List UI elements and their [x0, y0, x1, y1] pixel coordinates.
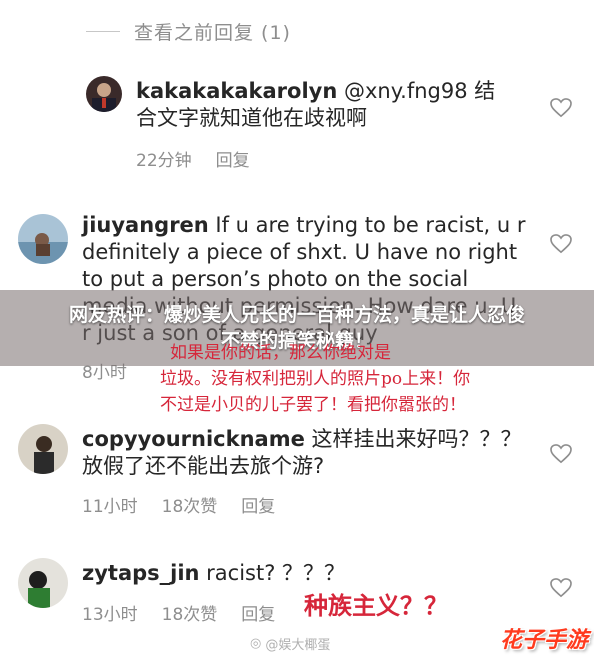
- heart-icon[interactable]: [550, 444, 572, 464]
- weibo-watermark: ◎ @娱大椰蛋: [250, 634, 330, 653]
- comment-time: 13小时: [82, 605, 138, 625]
- avatar[interactable]: [18, 214, 68, 264]
- like-count[interactable]: 18次赞: [162, 600, 218, 625]
- banner-line-1: 网友热评：爆炒美人兄长的一百种方法，真是让人忍俊: [68, 304, 525, 326]
- comment-meta: 22分钟 回复: [136, 146, 250, 171]
- comment-time: 22分钟: [136, 151, 192, 171]
- handwritten-annotation: 如果是你的话，那么你绝对是 垃圾。没有权利把别人的照片po上来！你 不过是小贝的…: [160, 340, 540, 418]
- comment-meta: 13小时 18次赞 回复: [82, 600, 275, 625]
- annotation-line-2: 垃圾。没有权利把别人的照片po上来！你: [160, 369, 471, 389]
- reply-button[interactable]: 回复: [241, 492, 275, 517]
- annotation-line-3: 不过是小贝的儿子罢了！看把你嚣张的！: [160, 395, 466, 415]
- comment-body: kakakakakarolyn @xny.fng98 结合文字就知道他在歧视啊: [136, 78, 516, 132]
- comment-body: zytaps_jin racist? ？？？: [82, 560, 522, 587]
- avatar[interactable]: [18, 558, 68, 608]
- site-logo: 花子手游: [500, 628, 589, 653]
- annotation-line-1: 如果是你的话，那么你绝对是: [170, 343, 391, 363]
- watermark-text: @娱大椰蛋: [265, 638, 331, 653]
- comment-meta: 11小时 18次赞 回复: [82, 492, 275, 517]
- heart-icon[interactable]: [550, 578, 572, 598]
- comment-text: racist? ？？？: [199, 561, 346, 585]
- reply-button[interactable]: 回复: [241, 600, 275, 625]
- weibo-icon: ◎: [250, 636, 262, 651]
- divider-line: [86, 31, 120, 32]
- view-previous-replies[interactable]: 查看之前回复 (1): [86, 18, 291, 45]
- reply-button[interactable]: 回复: [216, 146, 250, 171]
- comment-username[interactable]: kakakakakarolyn: [136, 79, 337, 103]
- avatar[interactable]: [86, 76, 122, 112]
- view-previous-label: 查看之前回复 (1): [134, 22, 291, 44]
- comment-username[interactable]: jiuyangren: [82, 213, 209, 237]
- comment-username[interactable]: copyyournickname: [82, 427, 305, 451]
- handwritten-racism-note: 种族主义？？: [304, 591, 448, 620]
- heart-icon[interactable]: [550, 98, 572, 118]
- heart-icon[interactable]: [550, 234, 572, 254]
- avatar[interactable]: [18, 424, 68, 474]
- like-count[interactable]: 18次赞: [162, 492, 218, 517]
- comment-username[interactable]: zytaps_jin: [82, 561, 200, 585]
- comment-time: 11小时: [82, 497, 138, 517]
- comment-body: copyyournickname 这样挂出来好吗？？？放假了还不能出去旅个游?: [82, 426, 522, 480]
